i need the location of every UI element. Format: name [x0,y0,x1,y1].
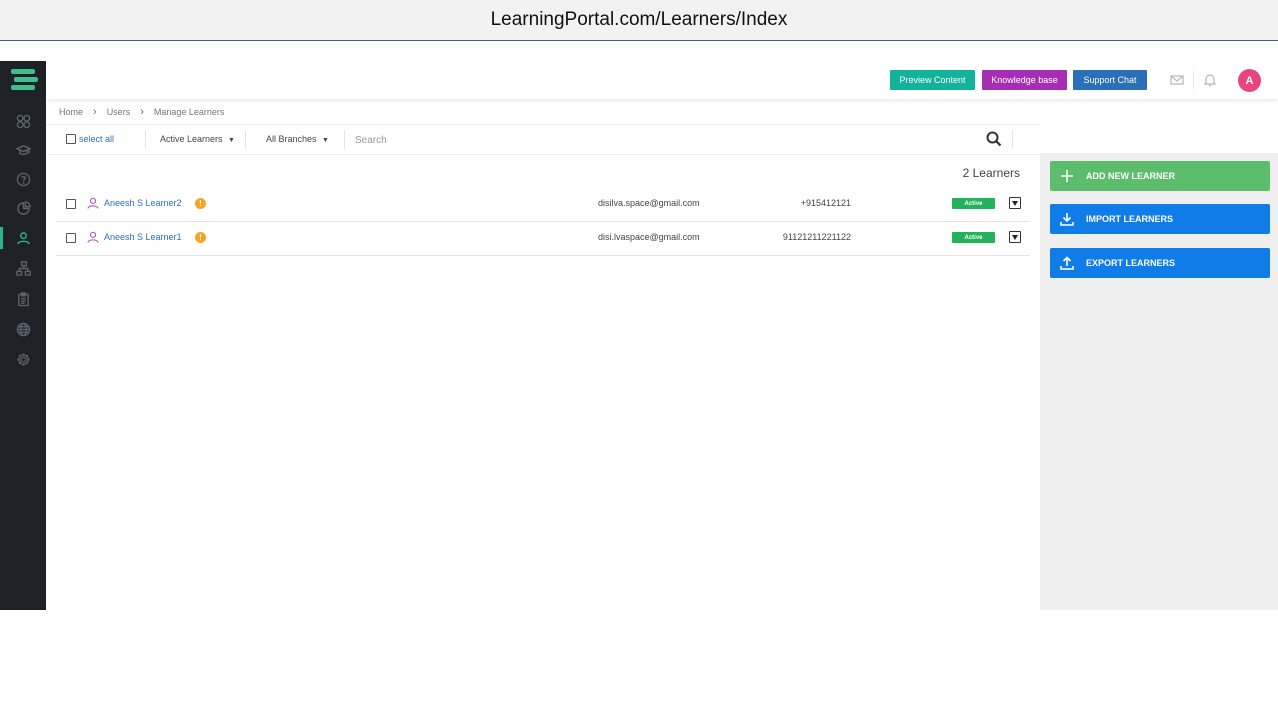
clipboard-icon[interactable] [12,288,34,310]
learner-name-link[interactable]: Aneesh S Learner2 [104,198,182,208]
learner-phone: 91121211221122 [782,232,851,242]
header-divider [1193,71,1194,89]
download-icon [1060,212,1078,226]
caret-down-icon [1012,234,1018,240]
caret-down-icon [1012,200,1018,206]
app-logo-icon[interactable] [11,69,38,91]
select-all-label[interactable]: select all [79,134,114,144]
notification-bell-icon[interactable] [1202,72,1218,88]
top-header: Preview Content Knowledge base Support C… [46,61,1278,99]
reports-icon[interactable] [12,197,34,219]
globe-icon[interactable] [12,318,34,340]
add-new-learner-button[interactable]: ADD NEW LEARNER [1050,161,1270,191]
row-checkbox[interactable] [66,199,76,209]
filter-divider [245,130,246,149]
plus-icon [1060,169,1078,183]
checkbox-icon[interactable] [66,134,76,144]
hierarchy-icon[interactable] [12,257,34,279]
status-badge: Active [952,232,995,243]
breadcrumb-users[interactable]: Users [107,107,131,117]
search-icon[interactable] [986,131,1002,147]
learner-phone: +915412121 [800,198,851,208]
dashboard-icon[interactable] [12,110,34,132]
breadcrumb-home[interactable]: Home [59,107,83,117]
chevron-right-icon: › [93,106,97,118]
table-row[interactable]: Aneesh S Learner2 ! disilva.space@gmail.… [56,187,1030,222]
caret-down-icon: ▼ [322,137,329,144]
user-icon [87,197,99,209]
learner-status-label: Active Learners [160,134,223,144]
export-learners-label: EXPORT LEARNERS [1086,258,1176,268]
url-text: LearningPortal.com/Learners/Index [490,9,788,30]
courses-icon[interactable] [12,139,34,161]
learner-status-dropdown[interactable]: Active Learners ▼ [160,134,235,144]
help-icon[interactable] [12,168,34,190]
learner-email: disilva.space@gmail.com [598,198,700,208]
right-panel-header [1040,124,1278,154]
user-avatar[interactable]: A [1238,69,1261,92]
select-all-checkbox[interactable]: select all [66,134,114,144]
breadcrumb: Home › Users › Manage Learners [59,106,224,118]
filter-bar: select all Active Learners ▼ All Branche… [46,124,1040,155]
row-actions-dropdown[interactable] [1009,231,1021,243]
table-row[interactable]: Aneesh S Learner1 ! disi.lvaspace@gmail.… [56,221,1030,256]
import-learners-button[interactable]: IMPORT LEARNERS [1050,204,1270,234]
status-badge: Active [952,198,995,209]
import-learners-label: IMPORT LEARNERS [1086,214,1174,224]
preview-content-button[interactable]: Preview Content [890,70,975,90]
branch-dropdown[interactable]: All Branches ▼ [266,134,329,144]
export-learners-button[interactable]: EXPORT LEARNERS [1050,248,1270,278]
sidebar [0,61,46,610]
search-input[interactable] [353,128,977,152]
upload-icon [1060,256,1078,270]
breadcrumb-current: Manage Learners [153,107,225,117]
row-actions-dropdown[interactable] [1009,197,1021,209]
knowledge-base-button[interactable]: Knowledge base [982,70,1067,90]
branch-label: All Branches [266,134,317,144]
filter-divider [1012,130,1013,149]
warning-icon[interactable]: ! [195,198,206,209]
settings-icon[interactable] [12,348,34,370]
caret-down-icon: ▼ [228,137,235,144]
actions-panel: ADD NEW LEARNER IMPORT LEARNERS EXPORT L… [1040,153,1278,610]
browser-url-bar[interactable]: LearningPortal.com/Learners/Index [0,0,1278,41]
add-new-learner-label: ADD NEW LEARNER [1086,171,1175,181]
filter-divider [145,130,146,149]
user-icon [87,231,99,243]
learners-icon[interactable] [0,227,34,249]
chevron-right-icon: › [140,106,144,118]
row-checkbox[interactable] [66,233,76,243]
warning-icon[interactable]: ! [195,232,206,243]
mail-icon[interactable] [1169,72,1185,88]
learner-email: disi.lvaspace@gmail.com [598,232,700,242]
learner-count: 2 Learners [962,166,1020,180]
filter-divider [344,130,345,149]
support-chat-button[interactable]: Support Chat [1073,70,1147,90]
learner-name-link[interactable]: Aneesh S Learner1 [104,232,182,242]
